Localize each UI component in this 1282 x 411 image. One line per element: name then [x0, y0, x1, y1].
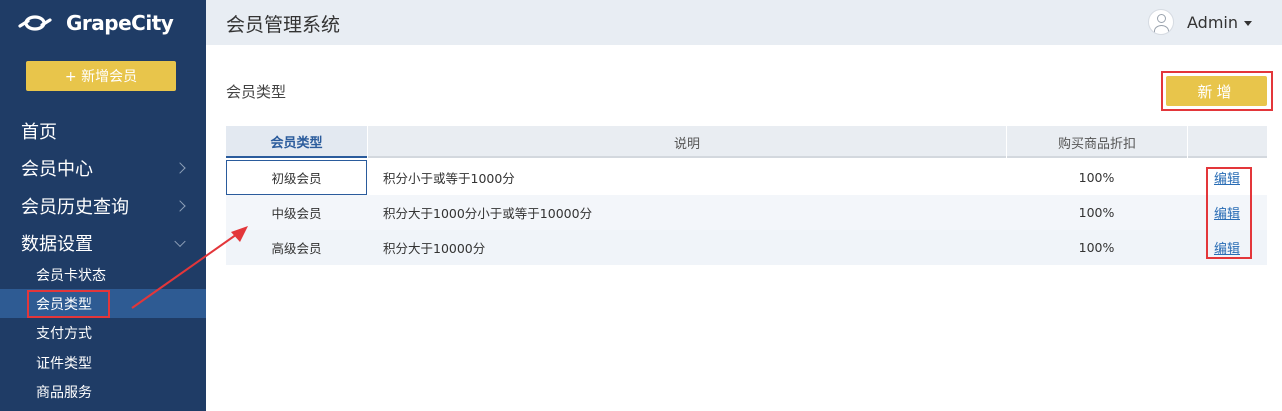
section-title: 会员类型 — [226, 83, 287, 101]
chevron-right-icon — [174, 161, 186, 174]
new-member-button[interactable]: + 新增会员 — [26, 61, 176, 91]
sidebar-subitem-label: 会员卡状态 — [36, 267, 106, 284]
sidebar-subitem-label: 支付方式 — [36, 325, 92, 342]
sidebar-item-label: 会员中心 — [21, 158, 93, 180]
cell-member-type[interactable]: 中级会员 — [226, 195, 367, 230]
annotation-highlight-member-type — [27, 290, 110, 318]
chevron-down-icon — [174, 235, 186, 247]
avatar-icon — [1148, 9, 1174, 35]
user-name: Admin — [1187, 12, 1238, 32]
sidebar-item-label: 数据设置 — [21, 233, 93, 255]
cell-member-type[interactable]: 初级会员 — [226, 160, 367, 195]
cell-discount[interactable]: 100% — [1006, 195, 1187, 230]
caret-down-icon — [1244, 20, 1252, 26]
table-row[interactable]: 中级会员 积分大于1000分小于或等于10000分 100% 编辑 — [226, 195, 1267, 230]
sidebar-subitem-payment-method[interactable]: 支付方式 — [0, 318, 206, 347]
sidebar: GrapeCity + 新增会员 首页 会员中心 会员历史查询 数据设置 会员卡… — [0, 0, 206, 411]
sidebar-item-home[interactable]: 首页 — [0, 112, 206, 149]
column-header-actions — [1187, 126, 1267, 158]
table-row[interactable]: 初级会员 积分小于或等于1000分 100% 编辑 — [226, 160, 1267, 195]
cell-discount[interactable]: 100% — [1006, 160, 1187, 195]
sidebar-subitem-label: 证件类型 — [36, 355, 92, 372]
sidebar-item-member-center[interactable]: 会员中心 — [0, 149, 206, 186]
grapecity-logo-icon — [18, 13, 52, 33]
sidebar-item-member-history[interactable]: 会员历史查询 — [0, 187, 206, 224]
cell-description[interactable]: 积分大于1000分小于或等于10000分 — [367, 195, 1006, 230]
user-menu[interactable]: Admin — [1148, 9, 1252, 35]
cell-member-type[interactable]: 高级会员 — [226, 230, 367, 265]
table-row[interactable]: 高级会员 积分大于10000分 100% 编辑 — [226, 230, 1267, 265]
sidebar-item-label: 会员历史查询 — [21, 196, 129, 218]
chevron-right-icon — [174, 199, 186, 212]
table-header: 会员类型 说明 购买商品折扣 — [226, 126, 1267, 158]
sidebar-subitem-label: 商品服务 — [36, 384, 92, 401]
annotation-highlight-edit-links — [1206, 167, 1252, 259]
logo-text: GrapeCity — [66, 11, 174, 35]
sidebar-item-label: 首页 — [21, 121, 57, 143]
sidebar-subitem-card-status[interactable]: 会员卡状态 — [0, 260, 206, 289]
top-header: 会员管理系统 Admin — [206, 0, 1282, 45]
add-button[interactable]: 新增 — [1166, 76, 1267, 106]
column-header-discount[interactable]: 购买商品折扣 — [1006, 126, 1187, 158]
cell-description[interactable]: 积分小于或等于1000分 — [367, 160, 1006, 195]
sidebar-item-data-settings[interactable]: 数据设置 — [0, 224, 206, 261]
sidebar-subitem-product-service[interactable]: 商品服务 — [0, 377, 206, 406]
sidebar-subitem-id-type[interactable]: 证件类型 — [0, 348, 206, 377]
column-header-description[interactable]: 说明 — [367, 126, 1006, 158]
cell-description[interactable]: 积分大于10000分 — [367, 230, 1006, 265]
page-title: 会员管理系统 — [226, 14, 341, 36]
cell-discount[interactable]: 100% — [1006, 230, 1187, 265]
grapecity-logo[interactable]: GrapeCity — [18, 8, 174, 38]
column-header-member-type[interactable]: 会员类型 — [226, 126, 367, 158]
